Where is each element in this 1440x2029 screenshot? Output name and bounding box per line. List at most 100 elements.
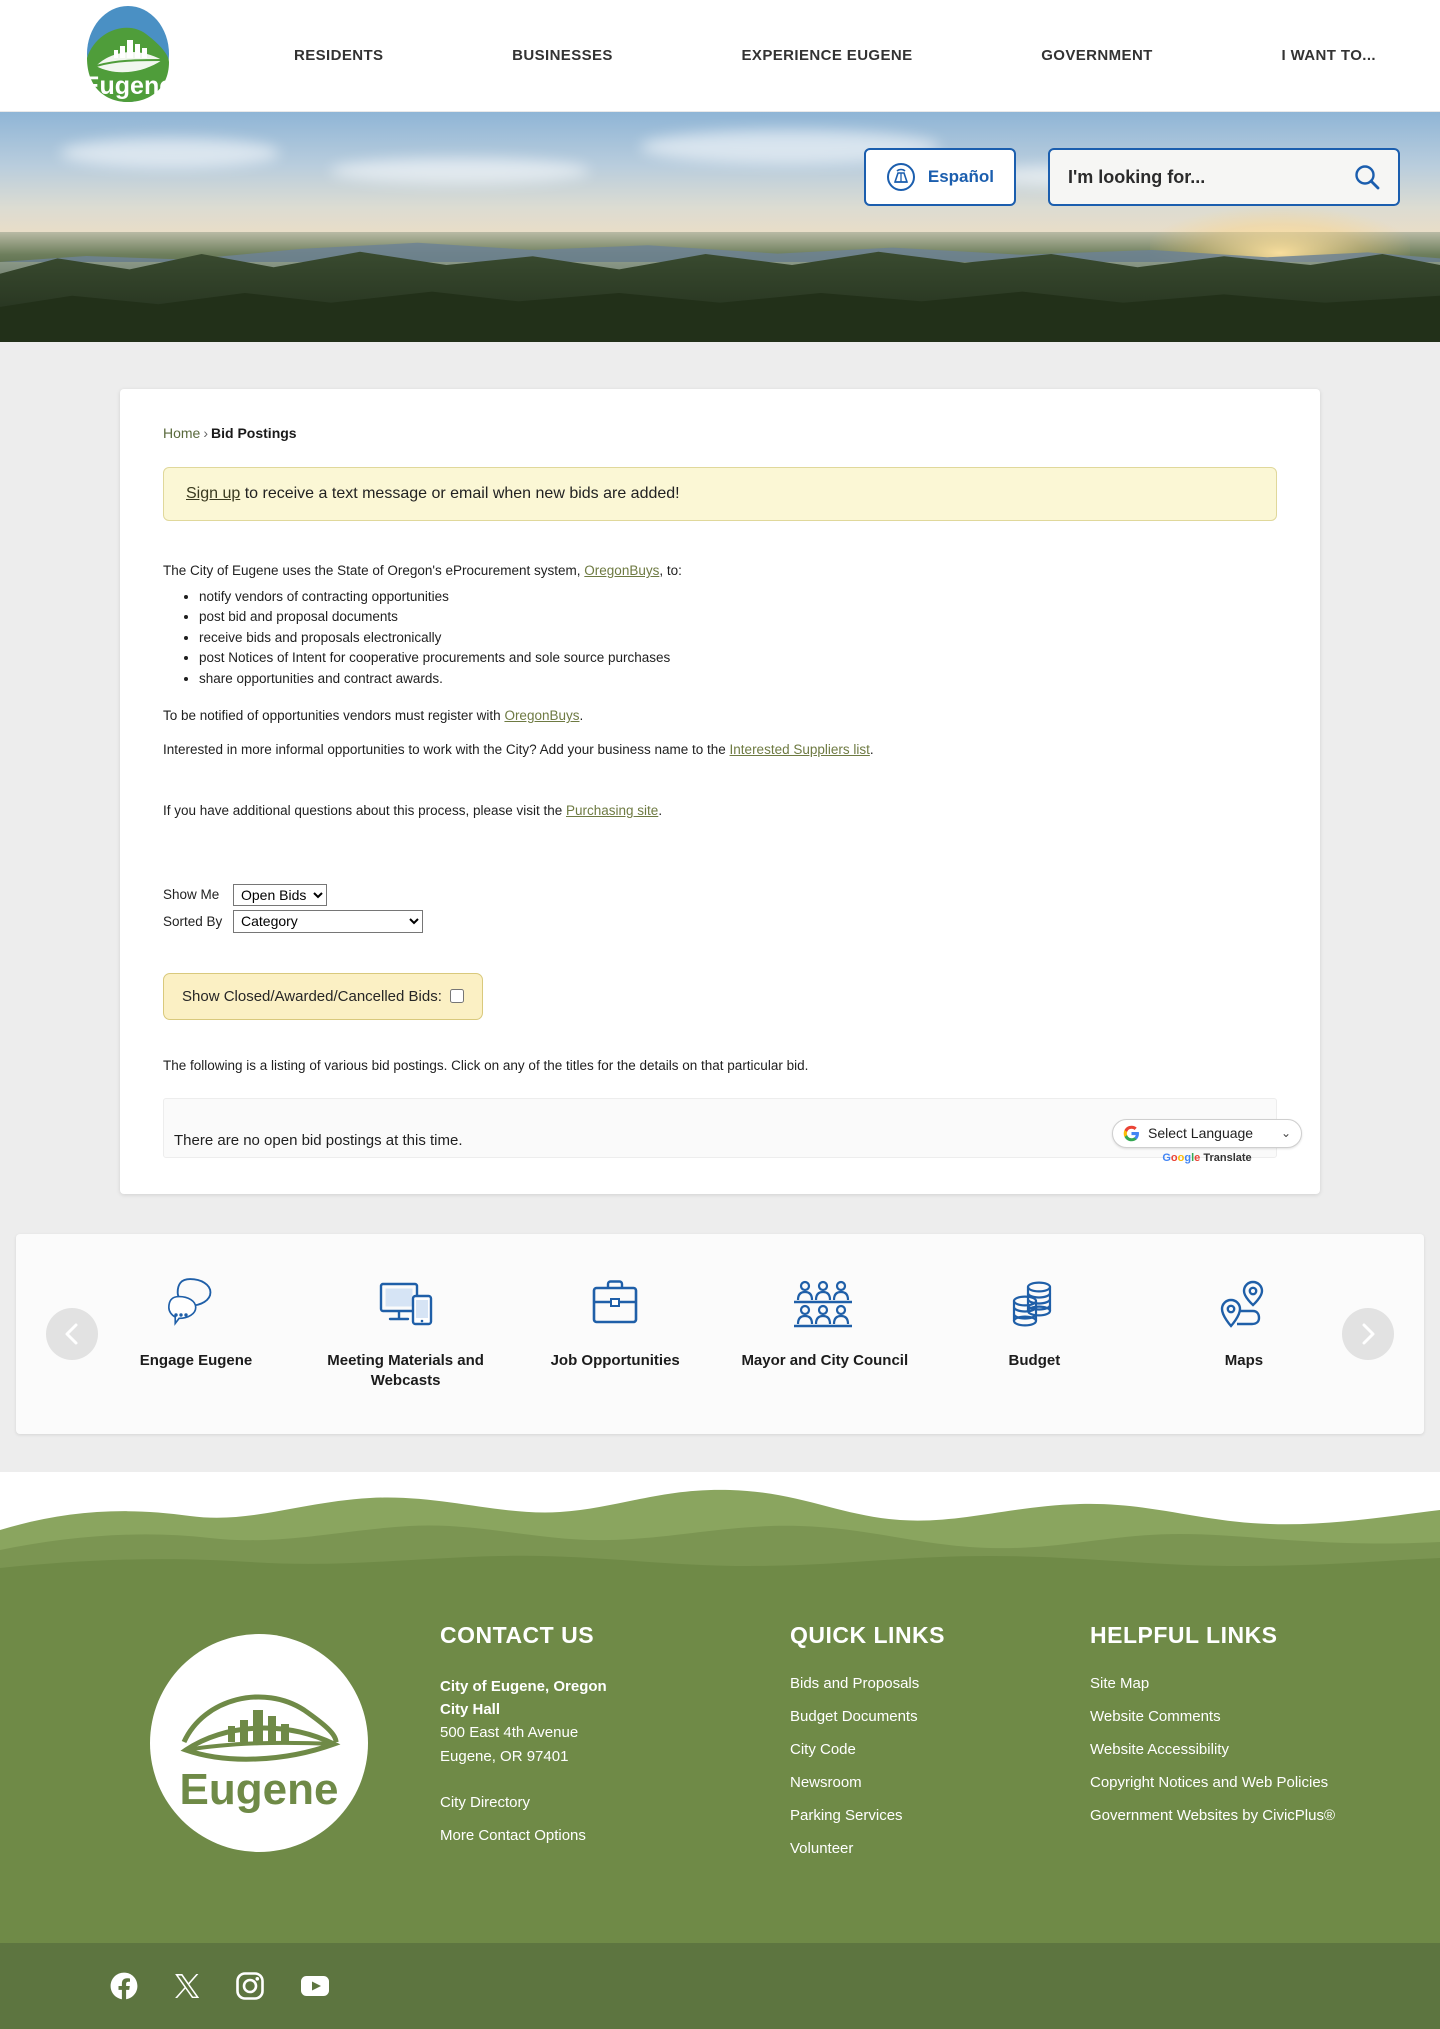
cloud-shape — [330, 158, 590, 184]
page-background: Home › Bid Postings Sign up to receive a t… — [0, 342, 1440, 1194]
interested-suppliers-link[interactable]: Interested Suppliers list — [730, 742, 870, 757]
eugene-logo-white-icon: Eugene — [180, 1694, 341, 1814]
content-card: Home › Bid Postings Sign up to receive a t… — [120, 389, 1320, 1194]
nav-item-residents[interactable]: RESIDENTS — [290, 39, 387, 72]
carousel-next-button[interactable] — [1342, 1307, 1394, 1360]
chevron-left-icon — [65, 1323, 78, 1345]
coin-stacks-icon — [1003, 1277, 1065, 1335]
carousel-item-meeting-materials[interactable]: Meeting Materials and Webcasts — [316, 1277, 496, 1390]
show-me-select[interactable]: Open Bids — [233, 883, 327, 906]
translate-icon — [886, 163, 915, 191]
footer-link-volunteer[interactable]: Volunteer — [790, 1840, 1090, 1857]
facebook-icon — [110, 1972, 138, 2000]
espanol-label: Español — [927, 167, 994, 186]
hill-silhouette — [0, 1489, 1440, 1592]
monitor-tablet-icon — [375, 1277, 437, 1335]
article-body: The City of Eugene uses the State of Ore… — [154, 561, 1286, 821]
footer-link-newsroom[interactable]: Newsroom — [790, 1774, 1090, 1791]
questions-text-before: If you have additional questions about t… — [163, 803, 566, 819]
carousel-item-label: Maps — [1224, 1352, 1264, 1370]
language-select[interactable]: Select Language ⌄ — [1112, 1118, 1302, 1148]
purchasing-site-link[interactable]: Purchasing site — [566, 803, 658, 818]
show-me-label: Show Me — [163, 887, 220, 903]
show-closed-bids-checkbox[interactable] — [449, 989, 464, 1004]
questions-text-after: . — [658, 803, 663, 819]
footer-link-parking-services[interactable]: Parking Services — [790, 1807, 1090, 1824]
svg-text:Eugene: Eugene — [180, 1765, 339, 1814]
social-link-facebook[interactable] — [110, 1972, 138, 2000]
briefcase-icon — [584, 1277, 646, 1335]
youtube-icon — [301, 1975, 329, 1996]
social-bar — [0, 1942, 1440, 2029]
chevron-down-icon: ⌄ — [1280, 1126, 1291, 1141]
search-input[interactable] — [1066, 165, 1344, 189]
nav-item-experience-eugene[interactable]: EXPERIENCE EUGENE — [738, 39, 917, 72]
cloud-shape — [60, 138, 280, 168]
nav-item-government[interactable]: GOVERNMENT — [1037, 39, 1157, 72]
nav-item-i-want-to[interactable]: I WANT TO... — [1277, 39, 1380, 72]
footer-street: 500 East 4th Avenue — [440, 1724, 579, 1742]
social-link-x-twitter[interactable] — [174, 1973, 200, 1999]
breadcrumb-separator: › — [203, 425, 209, 441]
register-text-before: To be notified of opportunities vendors … — [163, 708, 505, 724]
footer-building: City Hall — [440, 1701, 501, 1719]
footer-logo[interactable]: Eugene — [80, 1622, 440, 1873]
espanol-button[interactable]: Español — [863, 148, 1016, 206]
hero-banner: Español — [0, 112, 1440, 342]
register-text-after: . — [579, 708, 584, 724]
oregonbuys-link-1[interactable]: OregonBuys — [584, 563, 659, 578]
breadcrumb-home[interactable]: Home — [163, 425, 200, 441]
social-link-youtube[interactable] — [300, 1972, 330, 2000]
footer-link-bids-and-proposals[interactable]: Bids and Proposals — [790, 1675, 1090, 1692]
footer-contact-links: City Directory More Contact Options — [440, 1794, 790, 1844]
intro-text-before: The City of Eugene uses the State of Ore… — [163, 563, 585, 578]
intro-paragraph: The City of Eugene uses the State of Ore… — [163, 561, 1277, 581]
informal-paragraph: Interested in more informal opportunitie… — [163, 740, 1277, 760]
carousel-item-label: Engage Eugene — [139, 1352, 253, 1370]
carousel-item-mayor-city-council[interactable]: Mayor and City Council — [735, 1277, 915, 1371]
footer-link-budget-documents[interactable]: Budget Documents — [790, 1708, 1090, 1725]
carousel-item-maps[interactable]: Maps — [1154, 1277, 1334, 1371]
list-item: post bid and proposal documents — [199, 607, 1277, 628]
footer-link-more-contact-options[interactable]: More Contact Options — [440, 1827, 790, 1844]
social-link-instagram[interactable] — [236, 1972, 264, 2000]
footer-link-website-comments[interactable]: Website Comments — [1090, 1708, 1430, 1725]
nav-item-businesses[interactable]: BUSINESSES — [508, 39, 617, 72]
sorted-by-select[interactable]: Category — [233, 909, 423, 933]
google-translate-widget: Select Language ⌄ Google Translate — [1112, 1118, 1302, 1164]
list-item: post Notices of Intent for cooperative p… — [199, 648, 1277, 669]
search-button[interactable] — [1344, 162, 1382, 192]
people-group-icon — [790, 1277, 860, 1335]
questions-paragraph: If you have additional questions about t… — [163, 801, 1277, 821]
footer-link-city-directory[interactable]: City Directory — [440, 1794, 790, 1811]
site-footer: Eugene CONTACT US City of Eugene, Oregon… — [0, 1591, 1440, 1943]
footer-link-copyright-notices[interactable]: Copyright Notices and Web Policies — [1090, 1774, 1430, 1791]
footer-link-website-accessibility[interactable]: Website Accessibility — [1090, 1741, 1430, 1758]
footer-link-civicplus[interactable]: Government Websites by CivicPlus® — [1090, 1807, 1430, 1824]
site-logo[interactable]: Eugene — [76, 4, 180, 108]
google-translate-brand: Google Translate — [1162, 1151, 1252, 1164]
quicklinks-carousel-section: Engage Eugene Meeting Materials and Webc… — [0, 1193, 1440, 1472]
footer-link-city-code[interactable]: City Code — [790, 1741, 1090, 1758]
show-closed-bids-bar[interactable]: Show Closed/Awarded/Cancelled Bids: — [163, 972, 483, 1020]
footer-link-site-map[interactable]: Site Map — [1090, 1675, 1430, 1692]
translate-word: Translate — [1203, 1151, 1252, 1164]
footer-helpful-title: HELPFUL LINKS — [1090, 1621, 1278, 1648]
footer-logo-circle: Eugene — [150, 1633, 368, 1852]
footer-org: City of Eugene, Oregon — [440, 1677, 607, 1695]
sorted-by-label: Sorted By — [163, 913, 223, 929]
signup-link[interactable]: Sign up — [186, 485, 240, 502]
x-twitter-icon — [175, 1973, 200, 1998]
footer-quick-title: QUICK LINKS — [790, 1621, 945, 1648]
chevron-right-icon — [1362, 1323, 1375, 1345]
carousel-item-budget[interactable]: Budget — [944, 1277, 1124, 1371]
carousel-item-label: Meeting Materials and Webcasts — [327, 1352, 484, 1389]
carousel-item-engage-eugene[interactable]: Engage Eugene — [106, 1277, 286, 1371]
carousel-items: Engage Eugene Meeting Materials and Webc… — [106, 1277, 1334, 1390]
carousel-item-job-opportunities[interactable]: Job Opportunities — [525, 1277, 705, 1371]
instagram-icon — [236, 1972, 264, 2000]
carousel-prev-button[interactable] — [46, 1307, 98, 1360]
footer-columns: Eugene CONTACT US City of Eugene, Oregon… — [80, 1622, 1360, 1873]
oregonbuys-link-2[interactable]: OregonBuys — [504, 708, 579, 723]
